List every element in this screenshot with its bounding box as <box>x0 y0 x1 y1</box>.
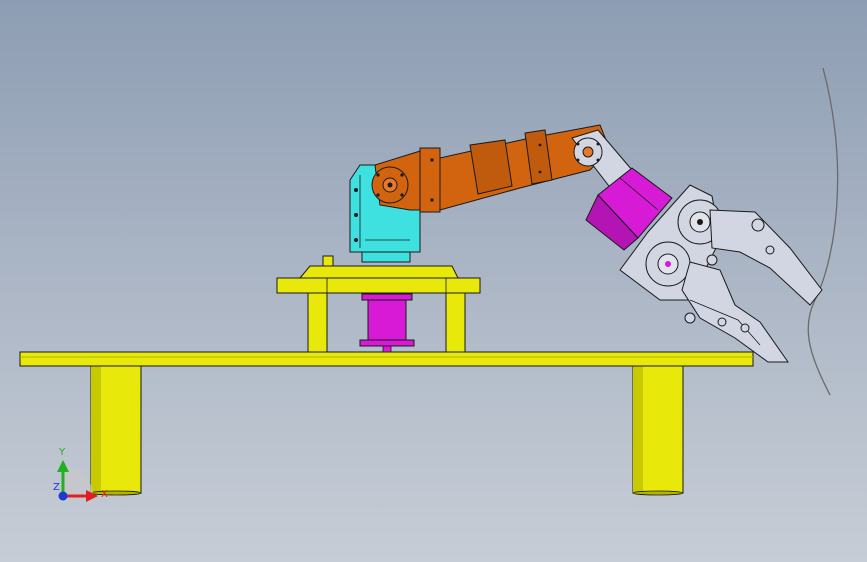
cad-viewport[interactable]: Y X Z <box>0 0 867 562</box>
base-table[interactable] <box>19 351 754 367</box>
table-leg-right[interactable] <box>632 365 684 496</box>
turntable-post-right[interactable] <box>445 291 466 353</box>
sketch-curve <box>807 67 839 396</box>
table-leg-left[interactable] <box>90 365 142 496</box>
robot-arm-model[interactable]: Y X Z <box>0 0 867 562</box>
z-axis-label: Z <box>53 482 60 493</box>
turntable-post-left[interactable] <box>307 291 328 353</box>
base-motor[interactable] <box>359 293 415 353</box>
x-axis-label: X <box>101 489 108 500</box>
y-axis-label: Y <box>58 447 66 458</box>
